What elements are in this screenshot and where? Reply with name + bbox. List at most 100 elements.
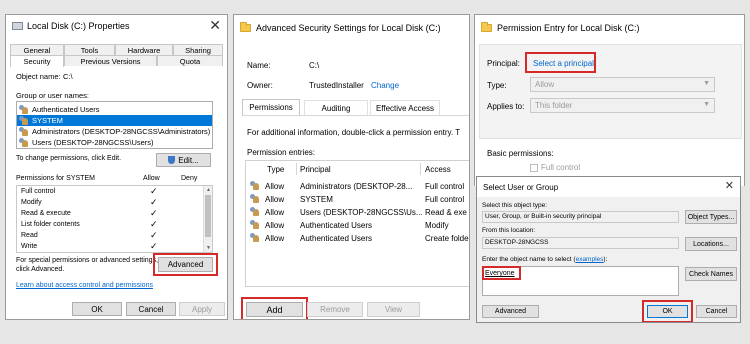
close-icon[interactable]: ✕ [725,178,734,194]
owner-label: Owner: [247,81,273,90]
tab-general[interactable]: General [10,44,64,55]
special-permissions-text: For special permissions or advanced sett… [16,257,159,264]
shield-icon [168,156,176,164]
check-names-button[interactable]: Check Names [685,267,737,281]
column-divider [420,163,421,175]
tab-hardware[interactable]: Hardware [115,44,173,55]
highlight-box [241,297,308,319]
close-icon[interactable]: ✕ [209,17,221,33]
properties-window: Local Disk (C:) Properties ✕ General Too… [5,14,228,320]
scroll-down-icon[interactable]: ▼ [206,245,211,251]
principal-label: Principal: [487,59,520,68]
highlight-box [525,52,596,73]
type-label: Type: [487,81,507,90]
group-label: Group or user names: [16,91,89,100]
type-dropdown[interactable]: Allow ▼ [530,77,715,92]
table-row[interactable]: Allow SYSTEM Full control [248,193,469,206]
list-item[interactable]: Authenticated Users [17,104,212,115]
learn-link[interactable]: Learn about access control and permissio… [16,282,153,289]
permissions-list[interactable]: Full control ✓ Modify ✓ Read & execute ✓… [16,185,213,253]
properties-title: Local Disk (C:) Properties [27,21,130,31]
allow-checkmark: ✓ [150,230,158,240]
info-text: For additional information, double-click… [247,128,461,137]
users-icon [19,138,29,147]
users-icon [250,181,260,190]
table-row[interactable]: Allow Administrators (DESKTOP-28... Full… [248,180,469,193]
highlight-box [153,253,218,276]
applies-to-dropdown[interactable]: This folder ▼ [530,98,715,113]
view-button[interactable]: View [367,302,420,317]
scrollbar[interactable]: ▲ ▼ [203,186,212,252]
group-list[interactable]: Authenticated Users SYSTEM Administrator… [16,101,213,149]
apply-button[interactable]: Apply [179,302,225,316]
tab-effective-access[interactable]: Effective Access [370,100,440,115]
users-icon [250,207,260,216]
name-value: C:\ [309,61,320,70]
remove-button[interactable]: Remove [307,302,363,317]
select-user-window: Select User or Group ✕ Select this objec… [476,176,741,323]
owner-value: TrustedInstaller [309,81,364,90]
permission-name: Read & execute [21,210,71,217]
permission-name: Write [21,243,38,250]
tab-auditing[interactable]: Auditing [304,100,368,115]
highlight-box [642,300,693,322]
permission-entry-window: Permission Entry for Local Disk (C:) Pri… [474,14,745,186]
permission-name: Read [21,232,38,239]
object-name-value: C:\ [63,72,73,81]
advanced-titlebar: Advanced Security Settings for Local Dis… [234,15,469,41]
permission-entry-title: Permission Entry for Local Disk (C:) [497,23,640,33]
col-access-header[interactable]: Access [425,165,451,174]
basic-permissions-label: Basic permissions: [487,149,554,158]
table-row[interactable]: Allow Authenticated Users Create folde [248,232,469,245]
list-item[interactable]: SYSTEM [17,115,212,126]
location-label: From this location: [482,227,536,234]
cancel-button[interactable]: Cancel [696,305,737,318]
column-divider [296,163,297,175]
full-control-checkbox[interactable] [530,164,538,172]
edit-button[interactable]: Edit... [156,153,211,167]
scrollbar-thumb[interactable] [205,195,211,237]
location-field: DESKTOP-28NGCSS [482,237,679,249]
cancel-button[interactable]: Cancel [126,302,176,316]
special-permissions-text-2: click Advanced. [16,266,65,273]
object-name-label: Object name: [16,72,61,81]
col-type-header[interactable]: Type [267,165,284,174]
locations-button[interactable]: Locations... [685,237,737,251]
table-row[interactable]: Allow Users (DESKTOP-28NGCSS\Us... Read … [248,206,469,219]
select-user-title: Select User or Group [483,182,559,192]
advanced-button[interactable]: Advanced [482,305,539,318]
users-icon [19,105,29,114]
permission-entry-titlebar: Permission Entry for Local Disk (C:) [475,15,744,41]
permission-entries-table[interactable]: Type Principal Access Allow Administrato… [245,160,469,287]
change-owner-link[interactable]: Change [371,81,399,90]
table-row[interactable]: Allow Authenticated Users Modify [248,219,469,232]
tab-sharing[interactable]: Sharing [173,44,223,55]
tab-quota[interactable]: Quota [157,55,223,66]
tab-previous-versions[interactable]: Previous Versions [64,55,157,66]
examples-link[interactable]: examples [576,256,604,263]
tab-permissions[interactable]: Permissions [242,99,300,115]
list-item[interactable]: Users (DESKTOP-28NGCSS\Users) [17,137,212,148]
allow-checkmark: ✓ [150,208,158,218]
tab-security[interactable]: Security [10,55,64,67]
col-principal-header[interactable]: Principal [300,165,331,174]
allow-checkmark: ✓ [150,219,158,229]
name-label: Name: [247,61,271,70]
folder-icon [240,22,251,32]
permission-name: Full control [21,188,56,195]
users-icon [250,233,260,242]
list-item[interactable]: Administrators (DESKTOP-28NGCSS\Administ… [17,126,212,137]
enter-names-label: Enter the object name to select (example… [482,256,608,263]
allow-header: Allow [143,175,160,182]
ok-button[interactable]: OK [72,302,122,316]
select-user-titlebar: Select User or Group ✕ [477,177,740,197]
advanced-security-window: Advanced Security Settings for Local Dis… [233,14,470,320]
allow-checkmark: ✓ [150,186,158,196]
object-types-button[interactable]: Object Types... [685,210,737,224]
users-icon [19,127,29,136]
tab-tools[interactable]: Tools [64,44,115,55]
tab-divider [242,115,469,116]
applies-to-label: Applies to: [487,102,525,111]
scroll-up-icon[interactable]: ▲ [206,187,211,193]
properties-titlebar: Local Disk (C:) Properties ✕ [6,15,227,37]
